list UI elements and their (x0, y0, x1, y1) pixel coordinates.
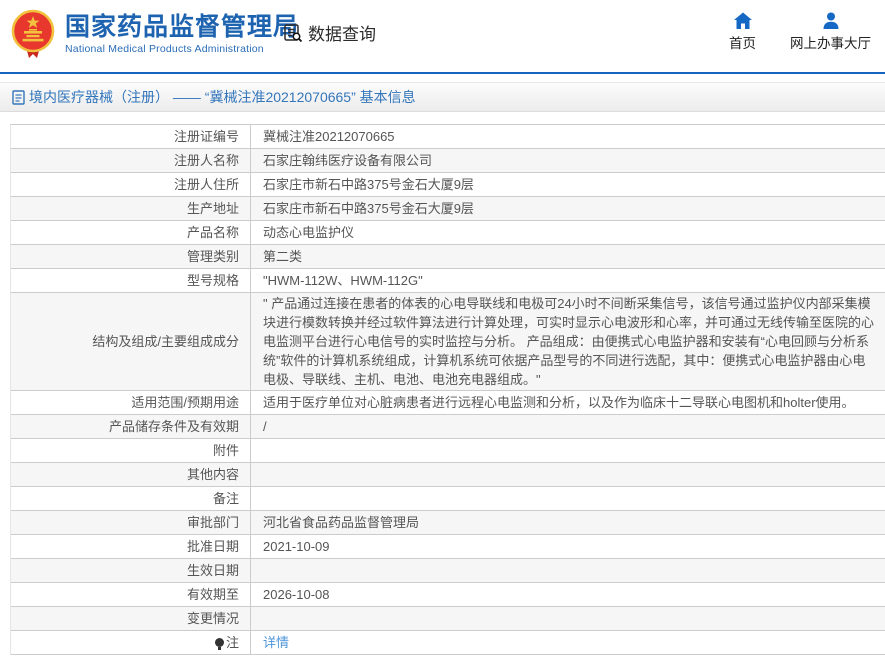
row-label: 产品名称 (186, 225, 239, 240)
row-value: / (250, 415, 885, 438)
table-row: 其他内容 (11, 463, 885, 487)
table-row: 产品储存条件及有效期 / (11, 415, 885, 439)
table-row: 注册证编号 冀械注准20212070665 (11, 125, 885, 149)
row-value: 冀械注准20212070665 (250, 125, 885, 148)
org-name-en: National Medical Products Administration (65, 43, 264, 55)
table-row: 型号规格 "HWM-112W、HWM-112G" (11, 269, 885, 293)
row-label: 生产地址 (186, 201, 239, 216)
table-row: 生效日期 (11, 559, 885, 583)
row-label: 审批部门 (186, 515, 239, 530)
top-nav: 首页 网上办事大厅 (729, 11, 871, 52)
row-value: "HWM-112W、HWM-112G" (250, 269, 885, 292)
row-value (250, 487, 885, 510)
nav-home[interactable]: 首页 (729, 11, 756, 52)
home-icon (733, 12, 752, 29)
document-icon (12, 89, 25, 105)
table-row: 批准日期 2021-10-09 (11, 535, 885, 559)
table-row: 产品名称 动态心电监护仪 (11, 221, 885, 245)
org-name-cn: 国家药品监督管理局 (65, 13, 300, 41)
row-label: 注册人住所 (173, 177, 239, 192)
nav-home-label: 首页 (729, 36, 756, 51)
row-label: 变更情况 (186, 611, 239, 626)
site-logo[interactable]: 国家药品监督管理局 National Medical Products Admi… (10, 9, 299, 59)
row-label: 注册证编号 (173, 129, 239, 144)
row-label: 生效日期 (186, 563, 239, 578)
row-value: 适用于医疗单位对心脏病患者进行远程心电监测和分析，以及作为临床十二导联心电图机和… (250, 391, 885, 414)
table-row: 附件 (11, 439, 885, 463)
data-query-label: 数据查询 (308, 25, 376, 44)
nav-service-hall-label: 网上办事大厅 (790, 36, 871, 51)
table-row: 管理类别 第二类 (11, 245, 885, 269)
breadcrumb: 境内医疗器械（注册） —— “冀械注准20212070665” 基本信息 (0, 82, 885, 112)
data-query-icon (284, 23, 303, 42)
table-row: 有效期至 2026-10-08 (11, 583, 885, 607)
row-value: 石家庄市新石中路375号金石大厦9层 (250, 173, 885, 196)
row-label: 注册人名称 (173, 153, 239, 168)
info-table: 注册证编号 冀械注准20212070665 注册人名称 石家庄翰纬医疗设备有限公司 注册… (10, 124, 885, 655)
row-value (250, 463, 885, 486)
table-row: 注册人住所 石家庄市新石中路375号金石大厦9层 (11, 173, 885, 197)
row-value (250, 607, 885, 630)
row-value: 河北省食品药品监督管理局 (250, 511, 885, 534)
row-value: 详情 (250, 631, 885, 654)
row-value: 石家庄市新石中路375号金石大厦9层 (250, 197, 885, 220)
row-value: " 产品通过连接在患者的体表的心电导联线和电极可24小时不间断采集信号，该信号通… (250, 293, 885, 390)
table-row: 变更情况 (11, 607, 885, 631)
row-label: 附件 (212, 443, 239, 458)
logo-text: 国家药品监督管理局 National Medical Products Admi… (65, 13, 299, 55)
row-value: 2021-10-09 (250, 535, 885, 558)
row-label: 型号规格 (186, 273, 239, 288)
row-label: 产品储存条件及有效期 (108, 419, 239, 434)
bulb-icon (214, 638, 224, 650)
row-value (250, 439, 885, 462)
row-label: 适用范围/预期用途 (131, 395, 239, 410)
row-label: 注 (11, 631, 250, 654)
row-label: 备注 (212, 491, 239, 506)
row-label: 批准日期 (186, 539, 239, 554)
row-value: 第二类 (250, 245, 885, 268)
national-emblem-icon (11, 9, 55, 58)
site-header: 国家药品监督管理局 National Medical Products Admi… (0, 0, 885, 74)
table-row: 注册人名称 石家庄翰纬医疗设备有限公司 (11, 149, 885, 173)
row-value: 石家庄翰纬医疗设备有限公司 (250, 149, 885, 172)
user-icon (823, 12, 838, 29)
row-value: 动态心电监护仪 (250, 221, 885, 244)
data-query-section[interactable]: 数据查询 (283, 20, 376, 45)
table-row: 注详情 (11, 631, 885, 655)
row-label: 其他内容 (186, 467, 239, 482)
detail-link[interactable]: 详情 (263, 633, 289, 652)
table-row: 审批部门 河北省食品药品监督管理局 (11, 511, 885, 535)
table-row: 生产地址 石家庄市新石中路375号金石大厦9层 (11, 197, 885, 221)
row-value (250, 559, 885, 582)
table-row: 适用范围/预期用途 适用于医疗单位对心脏病患者进行远程心电监测和分析，以及作为临床… (11, 391, 885, 415)
breadcrumb-text: 境内医疗器械（注册） —— “冀械注准20212070665” 基本信息 (29, 89, 416, 105)
row-label: 结构及组成/主要组成成分 (92, 334, 239, 349)
row-label: 有效期至 (186, 587, 239, 602)
table-row: 备注 (11, 487, 885, 511)
row-value: 2026-10-08 (250, 583, 885, 606)
row-label: 管理类别 (186, 249, 239, 264)
nav-service-hall[interactable]: 网上办事大厅 (790, 11, 871, 52)
table-row: 结构及组成/主要组成成分 " 产品通过连接在患者的体表的心电导联线和电极可24小时… (11, 293, 885, 391)
